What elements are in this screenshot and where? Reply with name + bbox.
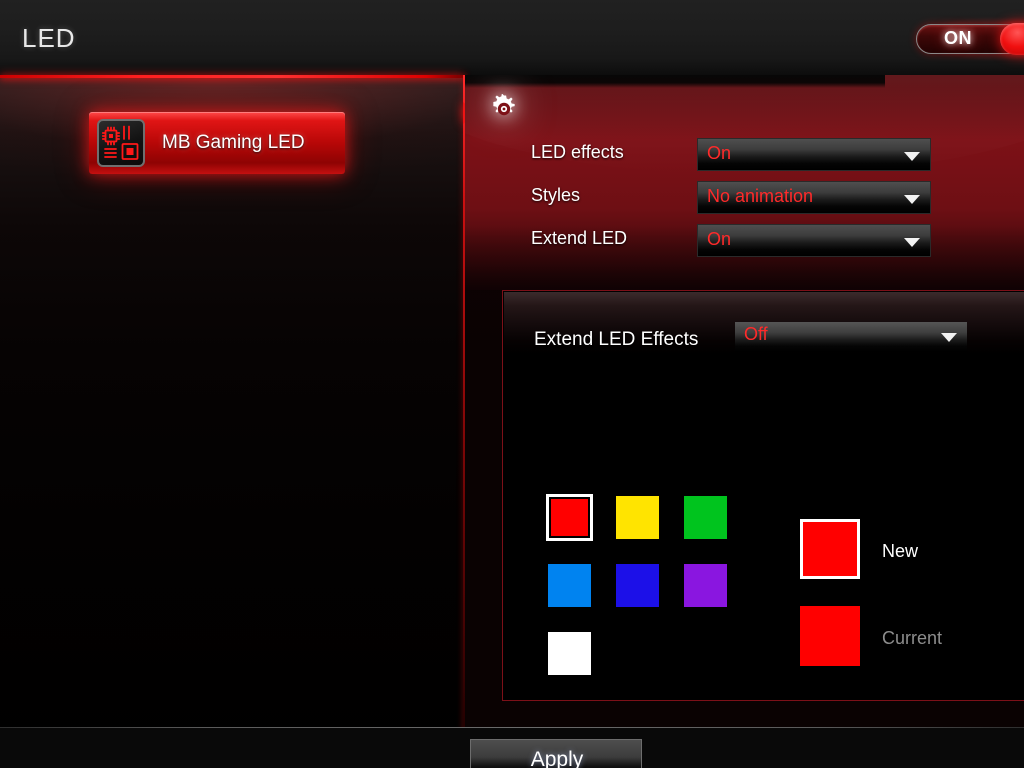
dropdown-styles[interactable]: No animation <box>697 181 931 214</box>
sidebar-item-label: MB Gaming LED <box>162 132 305 153</box>
color-swatch-blue[interactable] <box>546 562 593 609</box>
setting-label-led-effects: LED effects <box>531 142 624 162</box>
app-header: LED ON <box>0 0 1024 75</box>
apply-button-label: Apply <box>530 748 584 768</box>
color-preview-current-swatch <box>800 606 860 666</box>
chevron-down-icon[interactable] <box>904 238 920 247</box>
page-title: LED <box>22 23 76 53</box>
extend-led-effects-panel: Extend LED Effects Off New Current <box>502 290 1024 701</box>
sidebar-panel <box>0 75 463 768</box>
setting-row-led-effects: LED effects On <box>465 138 1024 172</box>
color-preview-new-swatch <box>800 519 860 579</box>
color-swatch-indigo[interactable] <box>614 562 661 609</box>
color-preview-current-label: Current <box>882 628 943 648</box>
chevron-down-icon[interactable] <box>904 195 920 204</box>
motherboard-icon-svg <box>102 125 139 160</box>
chevron-down-icon[interactable] <box>904 152 920 161</box>
color-preview-new-label: New <box>882 541 919 561</box>
power-toggle[interactable]: ON <box>910 16 1024 62</box>
setting-row-extend-led: Extend LED On <box>465 224 1024 258</box>
setting-row-styles: Styles No animation <box>465 181 1024 215</box>
color-swatch-purple[interactable] <box>682 562 729 609</box>
setting-label-extend-led: Extend LED <box>531 228 628 248</box>
dropdown-value-led-effects: On <box>707 143 732 163</box>
color-swatch-red[interactable] <box>546 494 593 541</box>
extend-led-effects-label: Extend LED Effects <box>534 329 699 350</box>
motherboard-icon <box>97 119 145 167</box>
sidebar-item-mb-gaming-led[interactable]: MB Gaming LED <box>89 112 345 174</box>
dropdown-extend-led[interactable]: On <box>697 224 931 257</box>
led-control-app: LED ON MB Gaming LED LED effects On Styl… <box>0 0 1024 768</box>
dropdown-value-extend-led-effects: Off <box>744 324 768 344</box>
gear-icon <box>482 87 526 131</box>
dropdown-extend-led-effects[interactable]: Off <box>735 322 967 352</box>
chevron-down-icon[interactable] <box>941 333 957 342</box>
dropdown-led-effects[interactable]: On <box>697 138 931 171</box>
sidebar-top-accent-line <box>0 75 463 78</box>
apply-button[interactable]: Apply <box>470 739 642 768</box>
gear-icon-svg <box>493 94 515 116</box>
dropdown-value-styles: No animation <box>707 186 814 206</box>
color-swatch-white[interactable] <box>546 630 593 677</box>
settings-panel-top-shadow <box>465 75 885 88</box>
setting-label-styles: Styles <box>531 185 581 205</box>
power-toggle-knob[interactable] <box>1000 23 1024 55</box>
power-toggle-label: ON <box>944 28 972 48</box>
color-swatch-yellow[interactable] <box>614 494 661 541</box>
dropdown-value-extend-led: On <box>707 229 732 249</box>
settings-panel: LED effects On Styles No animation Exten… <box>465 75 1024 768</box>
color-swatch-green[interactable] <box>682 494 729 541</box>
